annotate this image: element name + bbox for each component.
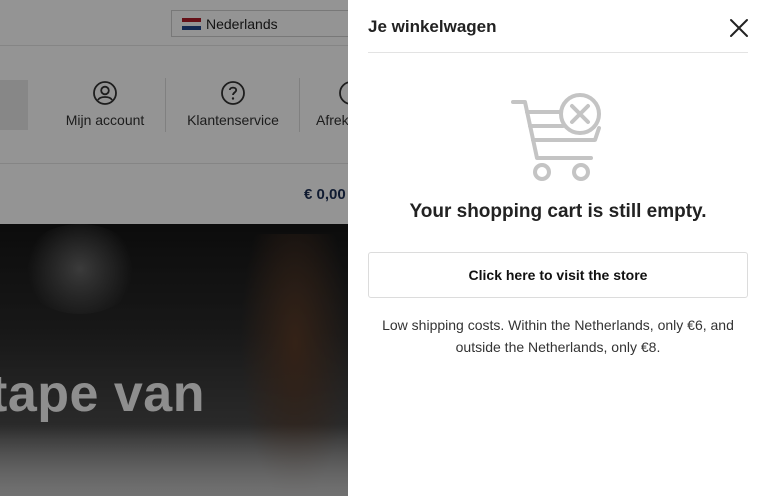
modal-overlay[interactable]: [0, 0, 348, 496]
empty-cart-message: Your shopping cart is still empty.: [409, 201, 707, 222]
empty-cart-icon: [511, 93, 601, 181]
drawer-divider: [368, 52, 748, 53]
shipping-note: Low shipping costs. Within the Netherlan…: [382, 317, 734, 355]
cart-drawer: Je winkelwagen Your shopping cart is sti…: [348, 0, 768, 496]
close-icon[interactable]: [727, 16, 751, 40]
visit-store-button[interactable]: Click here to visit the store: [368, 252, 748, 298]
cart-title: Je winkelwagen: [368, 17, 497, 36]
